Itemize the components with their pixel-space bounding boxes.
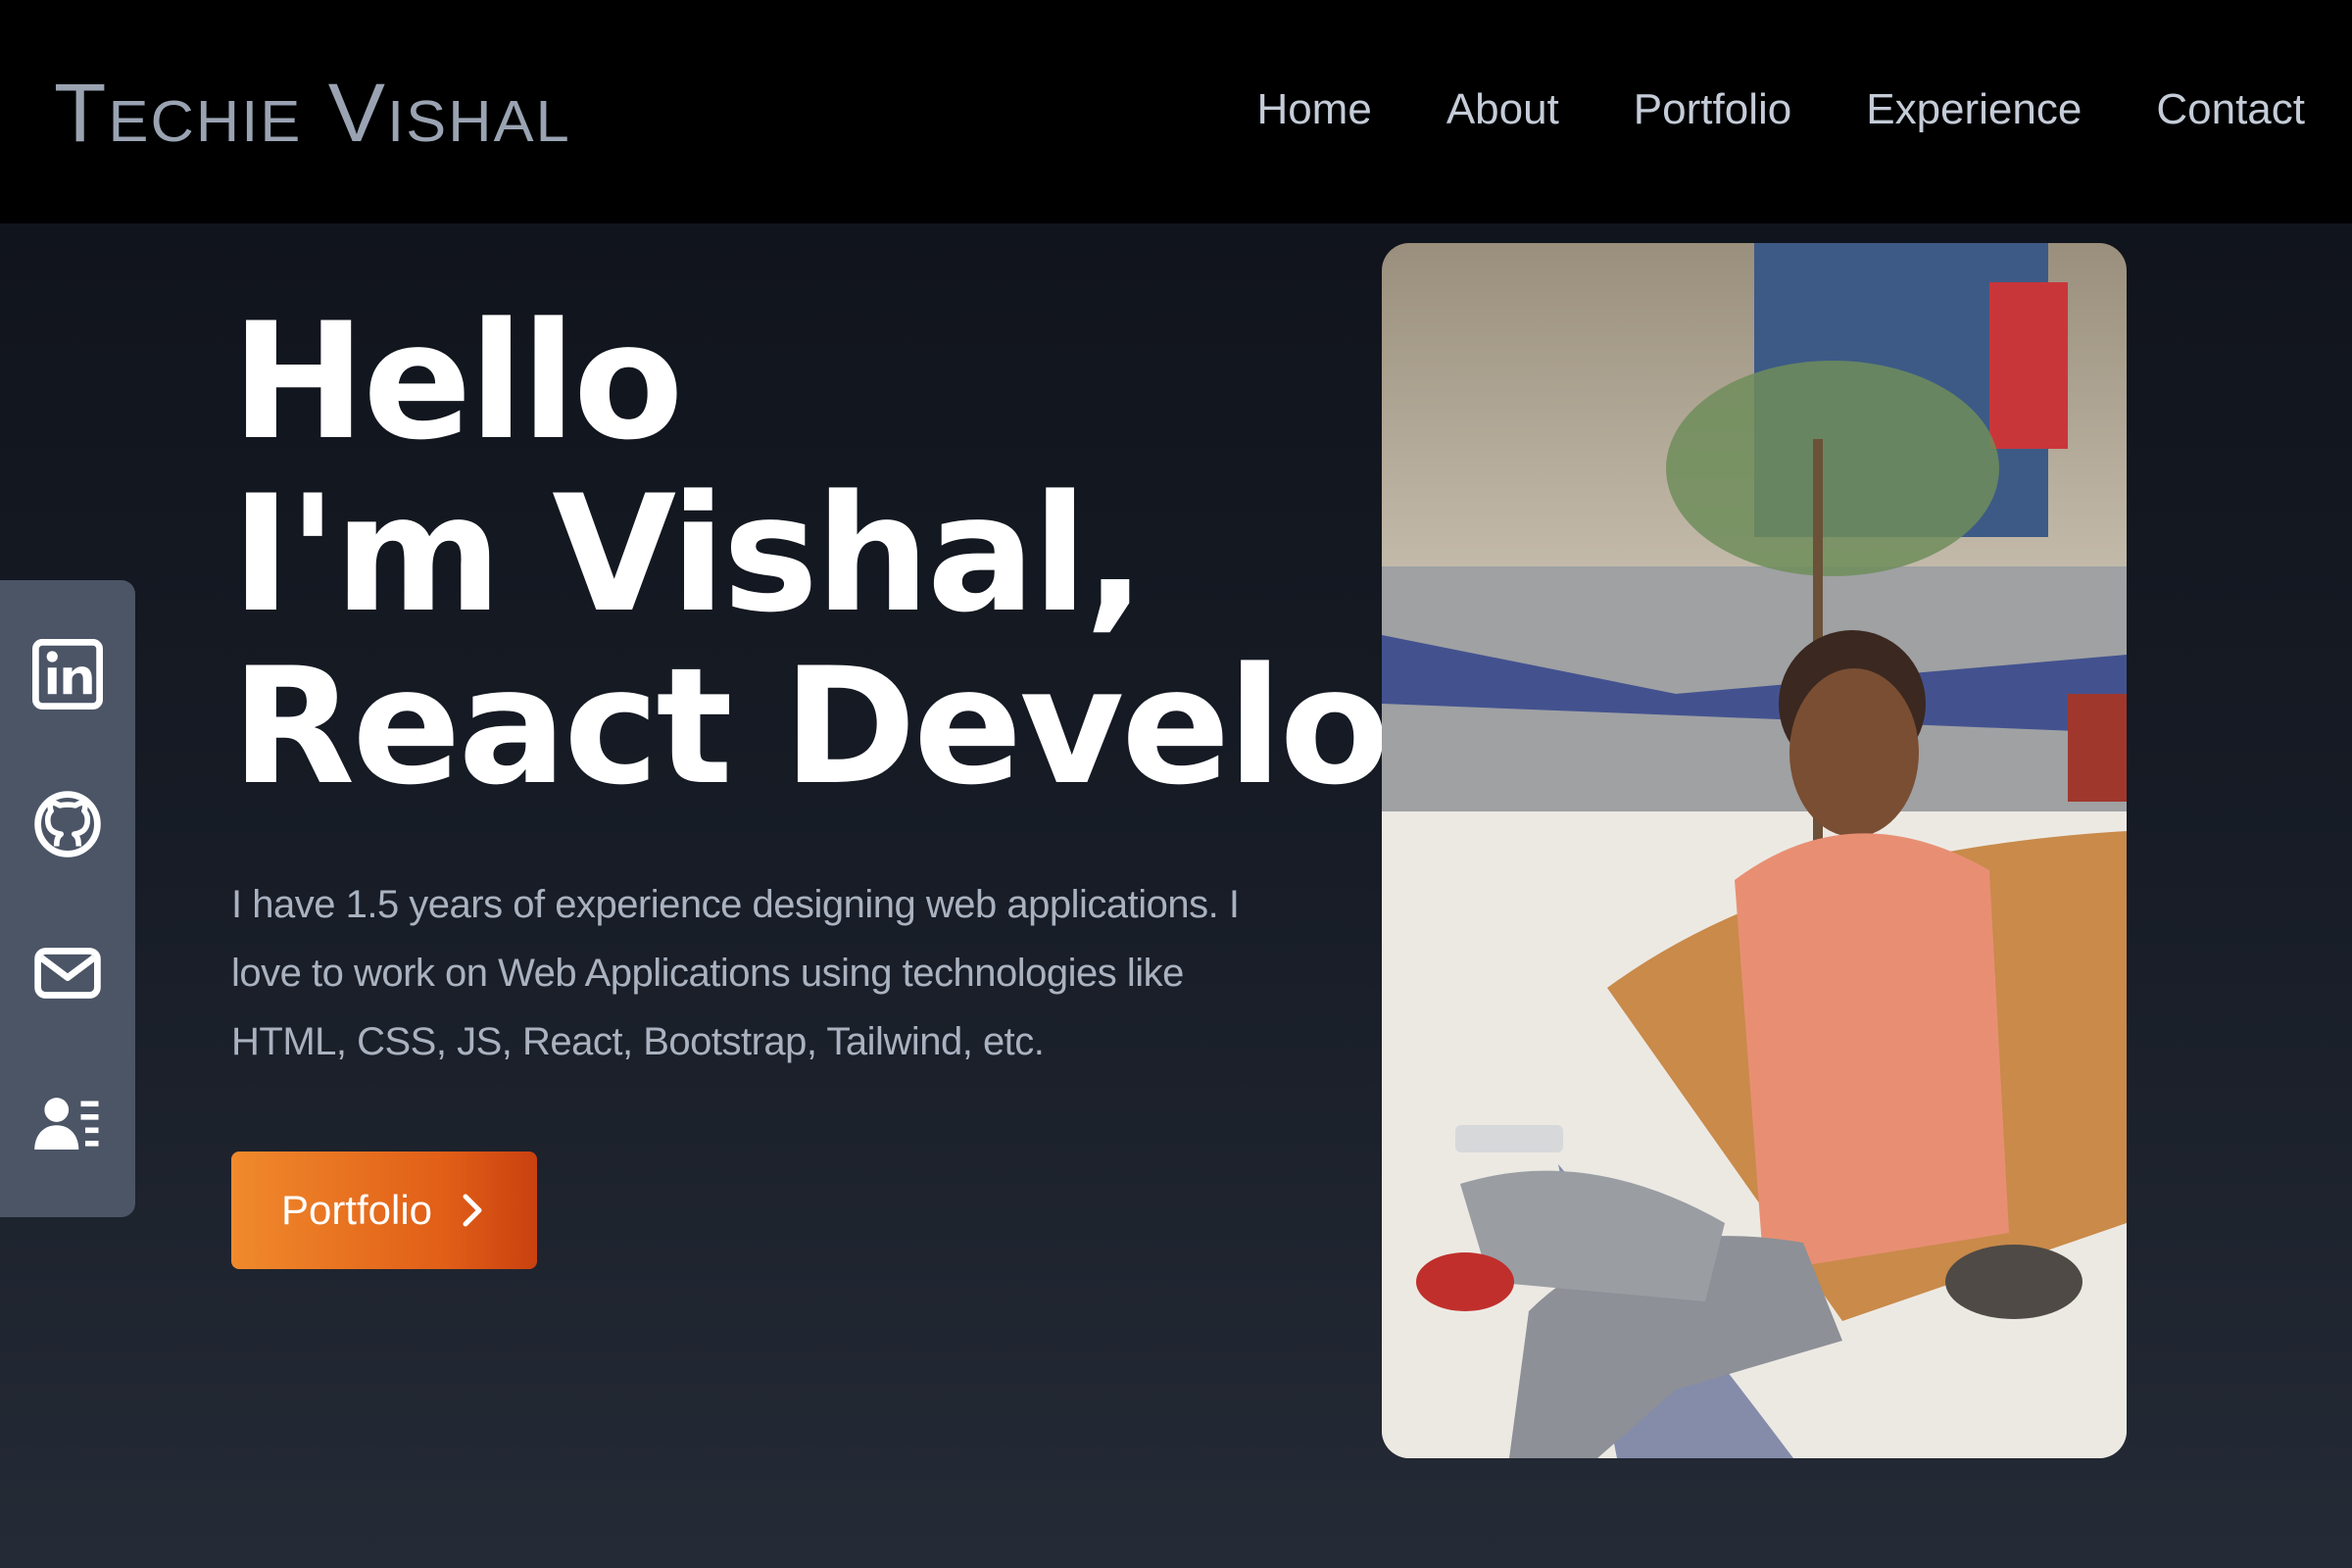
site-logo[interactable]: Techie Vishal	[54, 49, 571, 176]
nav-portfolio[interactable]: Portfolio	[1634, 85, 1791, 134]
chevron-right-icon	[463, 1194, 482, 1227]
resume-link[interactable]	[28, 1084, 107, 1162]
github-link[interactable]	[28, 785, 107, 863]
social-sidebar	[0, 580, 135, 1217]
hero-description: I have 1.5 years of experience designing…	[231, 883, 1240, 1063]
linkedin-icon	[32, 639, 103, 710]
nav-about[interactable]: About	[1446, 85, 1559, 134]
top-navbar: Techie Vishal Home About Portfolio Exper…	[0, 0, 2352, 223]
email-link[interactable]	[28, 934, 107, 1012]
github-icon	[34, 791, 101, 858]
profile-photo	[1382, 243, 2127, 1458]
portfolio-button-label: Portfolio	[280, 1187, 433, 1233]
portfolio-button[interactable]: Portfolio	[231, 1152, 537, 1269]
hero-title: Hello I'm Vishal, React Developer.	[231, 288, 1720, 820]
nav-experience[interactable]: Experience	[1866, 85, 2082, 134]
hero-line-role: React Developer.	[231, 633, 1720, 820]
nav-contact[interactable]: Contact	[2156, 85, 2305, 134]
linkedin-link[interactable]	[28, 635, 107, 713]
hero-line-greeting: Hello	[231, 288, 684, 475]
logo-text: Techie Vishal	[54, 67, 571, 159]
mail-icon	[34, 948, 101, 1000]
main-nav: Home About Portfolio Experience Contact	[1256, 78, 2305, 141]
resume-icon	[34, 1097, 99, 1150]
nav-home[interactable]: Home	[1256, 85, 1371, 134]
profile-photo-illustration	[1382, 243, 2127, 1458]
hero-line-name: I'm Vishal,	[231, 461, 1146, 648]
